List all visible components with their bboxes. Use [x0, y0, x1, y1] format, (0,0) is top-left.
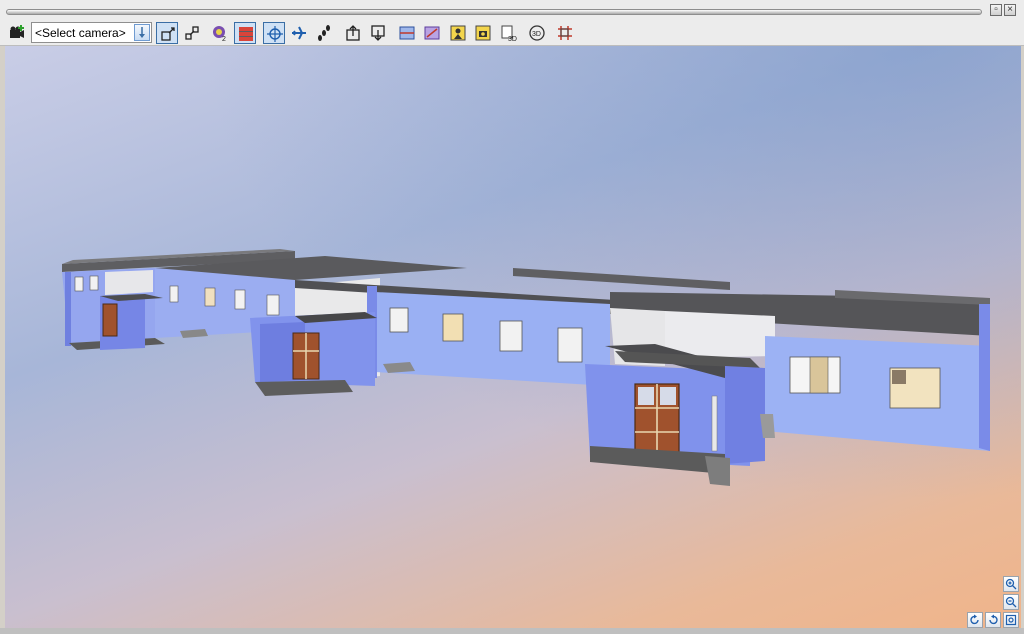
- rotate-left-button[interactable]: [967, 612, 983, 628]
- visitor-button[interactable]: [447, 22, 469, 44]
- rotate-3d-button[interactable]: 3D: [526, 22, 548, 44]
- 3d-viewport[interactable]: [5, 46, 1021, 628]
- level-up-icon: [346, 25, 360, 41]
- orbit-button[interactable]: [263, 22, 285, 44]
- rotate-3d-icon: 3D: [529, 25, 545, 41]
- walk-icon: [318, 25, 330, 41]
- zoom-out-button[interactable]: [1003, 594, 1019, 610]
- fly-icon: [292, 26, 306, 40]
- view-mode-a-button[interactable]: [156, 22, 178, 44]
- rotate-left-icon: [970, 614, 979, 625]
- view-mode-b-icon: [185, 26, 199, 40]
- wall-layers-button[interactable]: [234, 22, 256, 44]
- camera-dropdown-icon: [139, 27, 145, 38]
- level-down-icon: [371, 25, 385, 41]
- restore-window-button[interactable]: ▫: [990, 4, 1002, 16]
- view-mode-b-button[interactable]: [181, 22, 203, 44]
- section-b-icon: [424, 26, 440, 40]
- orbit-icon: [267, 26, 283, 42]
- zoom-in-icon: [1005, 578, 1017, 590]
- render-style-button[interactable]: 2: [209, 22, 231, 44]
- export-3d-button[interactable]: 3D: [498, 22, 520, 44]
- zoom-extents-icon: [1005, 614, 1017, 626]
- walk-button[interactable]: [313, 22, 335, 44]
- camera-select-value: <Select camera>: [35, 26, 126, 40]
- zoom-extents-button[interactable]: [1003, 612, 1019, 628]
- svg-text:3D: 3D: [532, 31, 541, 38]
- snapshot-button[interactable]: [472, 22, 494, 44]
- grid-frame-icon: [558, 26, 572, 40]
- section-icon: [399, 26, 415, 40]
- title-grip[interactable]: [6, 9, 982, 15]
- section-button[interactable]: [396, 22, 418, 44]
- add-camera-button[interactable]: [6, 22, 28, 44]
- status-strip: [0, 628, 1024, 634]
- snapshot-icon: [475, 25, 491, 41]
- render-style-icon: 2: [213, 26, 226, 42]
- svg-text:3D: 3D: [508, 36, 517, 42]
- fly-button[interactable]: [288, 22, 310, 44]
- visitor-icon: [450, 25, 466, 41]
- camera-dropdown-button[interactable]: [134, 24, 150, 41]
- level-down-button[interactable]: [367, 22, 389, 44]
- camera-select[interactable]: <Select camera>: [31, 22, 152, 43]
- svg-text:2: 2: [222, 36, 226, 42]
- title-bar: ▫ ×: [0, 0, 1024, 20]
- toolbar: <Select camera> 2 3D 3D: [0, 20, 1024, 46]
- add-camera-icon: [10, 25, 24, 38]
- zoom-out-icon: [1005, 596, 1017, 608]
- export-3d-icon: 3D: [501, 25, 517, 42]
- view-mode-a-icon: [161, 27, 175, 41]
- building-model[interactable]: [5, 46, 1021, 628]
- section-b-button[interactable]: [421, 22, 443, 44]
- close-window-button[interactable]: ×: [1004, 4, 1016, 16]
- zoom-in-button[interactable]: [1003, 576, 1019, 592]
- grid-frame-button[interactable]: [554, 22, 576, 44]
- wall-layers-icon: [239, 27, 253, 41]
- rotate-right-icon: [989, 614, 998, 625]
- level-up-button[interactable]: [342, 22, 364, 44]
- rotate-right-button[interactable]: [985, 612, 1001, 628]
